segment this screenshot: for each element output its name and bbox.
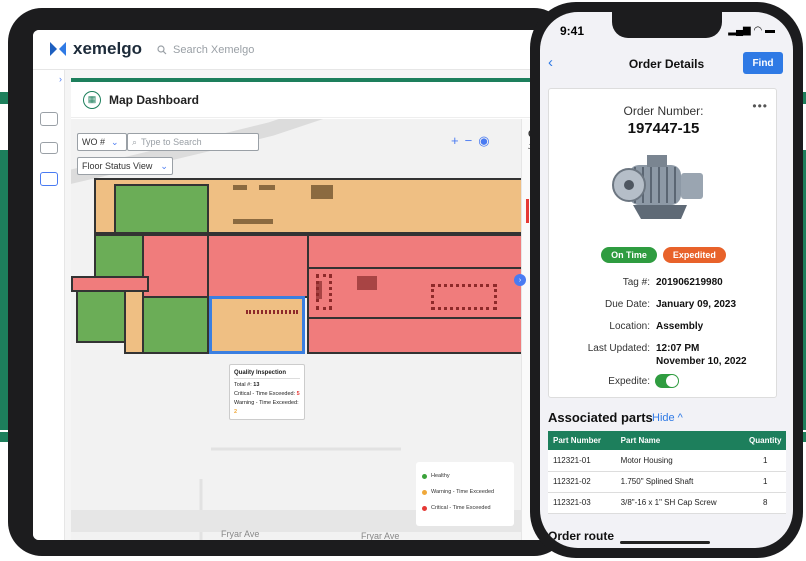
cell-part-name: 1.750" Splined Shaft <box>615 471 745 493</box>
status-badges: On Time Expedited <box>549 247 778 263</box>
associated-parts-heading: Associated parts <box>548 410 653 425</box>
sidebar <box>33 70 65 540</box>
nav-bar: ‹ Order Details Find <box>540 48 793 78</box>
table-row[interactable]: 112321-01 Motor Housing 1 <box>548 450 786 472</box>
tooltip-total: Total #: 13 <box>234 382 260 388</box>
cell-part-number: 112321-02 <box>548 471 616 493</box>
zone-tooltip: Quality Inspection Total #: 13 Critical … <box>229 364 305 420</box>
legend-item-warning: Warning - Time Exceeded <box>422 484 508 500</box>
zone-quality-inspection[interactable] <box>209 296 305 354</box>
chevron-down-icon: ⌄ <box>111 136 119 147</box>
status-badge-on-time: On Time <box>601 247 657 263</box>
status-badge-expedited: Expedited <box>662 247 726 263</box>
zoom-controls: + − ◉ <box>451 133 490 149</box>
equipment-block <box>259 185 275 190</box>
home-indicator <box>620 541 710 544</box>
zone-healthy-1[interactable] <box>114 184 209 234</box>
page-title: Map Dashboard <box>109 92 200 107</box>
legend-item-healthy: Healthy <box>422 468 508 484</box>
table-row[interactable]: 112321-03 3/8"-16 x 1" SH Cap Screw 8 <box>548 492 786 514</box>
cell-part-number: 112321-01 <box>548 450 616 472</box>
zoom-out-button[interactable]: − <box>465 133 473 149</box>
cell-quantity: 8 <box>744 492 786 514</box>
brand-name: xemelgo <box>73 39 142 58</box>
map-dashboard-icon: ▦ <box>83 90 101 109</box>
zone-warning-small[interactable] <box>124 290 144 354</box>
map-legend: Healthy Warning - Time Exceeded Critical… <box>416 462 514 526</box>
sidebar-truck-icon[interactable] <box>40 142 58 154</box>
tablet-frame: xemelgo Search Xemelgo › ▦ Map Dashboard <box>8 8 568 556</box>
equipment-block <box>233 185 247 190</box>
map-dashboard-panel: ▦ Map Dashboard WO # ⌄ ⌕ Type to Search … <box>71 78 553 540</box>
hide-parts-link[interactable]: Hide ^ <box>652 412 683 424</box>
status-marker <box>526 199 529 223</box>
zone-healthy-4[interactable] <box>142 296 209 354</box>
column-header-part-name[interactable]: Part Name <box>615 431 745 450</box>
column-header-part-number[interactable]: Part Number <box>548 431 616 450</box>
chevron-down-icon: ⌄ <box>160 160 168 171</box>
cell-quantity: 1 <box>744 471 786 493</box>
search-icon <box>157 45 167 55</box>
sidebar-monitor-icon[interactable] <box>40 112 58 126</box>
order-number-label: Order Number: <box>623 104 704 118</box>
equipment-block <box>311 185 333 199</box>
phone-screen: 9:41 ▂▄▆ ◠ ▬ ‹ Order Details Find ••• Or… <box>540 12 793 548</box>
search-placeholder: Search Xemelgo <box>173 44 255 56</box>
global-search[interactable]: Search Xemelgo <box>151 39 411 61</box>
order-route-heading: Order route <box>548 529 615 543</box>
tooltip-critical: Critical - Time Exceeded: 5 <box>234 391 300 397</box>
map-search-input[interactable]: ⌕ Type to Search <box>127 133 259 151</box>
cell-part-name: Motor Housing <box>615 450 745 472</box>
filter-type-select[interactable]: WO # ⌄ <box>77 133 127 151</box>
zoom-in-button[interactable]: + <box>451 133 459 149</box>
logo-mark-icon <box>50 42 66 56</box>
view-select[interactable]: Floor Status View ⌄ <box>77 157 173 175</box>
marketing-scene: xemelgo Search Xemelgo › ▦ Map Dashboard <box>0 0 806 561</box>
status-time: 9:41 <box>560 24 585 38</box>
workstation-outline <box>316 274 332 310</box>
view-select-value: Floor Status View <box>82 161 153 171</box>
legend-item-critical: Critical - Time Exceeded <box>422 500 508 516</box>
order-card: ••• Order Number: 197447-15 On Time Expe… <box>548 88 777 398</box>
motor-image <box>612 155 703 219</box>
status-bar: 9:41 ▂▄▆ ◠ ▬ <box>540 12 793 48</box>
workstation-outline <box>246 310 298 314</box>
tooltip-title: Quality Inspection <box>234 369 300 379</box>
parts-table: Part Number Part Name Quantity 112321-01… <box>548 431 786 514</box>
top-bar: xemelgo Search Xemelgo <box>33 30 553 70</box>
search-icon: ⌕ <box>132 136 138 147</box>
map-search-placeholder: Type to Search <box>141 137 202 147</box>
find-button[interactable]: Find <box>743 52 783 74</box>
zone-healthy-3[interactable] <box>76 290 126 343</box>
sidebar-calendar-icon[interactable] <box>40 172 58 186</box>
zone-critical-mid[interactable] <box>207 234 309 298</box>
locate-icon[interactable]: ◉ <box>478 133 489 149</box>
floor-map[interactable]: WO # ⌄ ⌕ Type to Search Floor Status Vie… <box>71 119 521 540</box>
filter-type-value: WO # <box>82 137 106 147</box>
tablet-screen: xemelgo Search Xemelgo › ▦ Map Dashboard <box>33 30 553 540</box>
table-row[interactable]: 112321-02 1.750" Splined Shaft 1 <box>548 471 786 493</box>
workstation-outline <box>431 284 497 310</box>
equipment-block <box>233 219 273 224</box>
table-header-row: Part Number Part Name Quantity <box>548 431 786 450</box>
equipment-block <box>357 276 377 290</box>
order-number-value: 197447-15 <box>627 120 700 137</box>
cell-part-name: 3/8"-16 x 1" SH Cap Screw <box>615 492 745 514</box>
column-header-quantity[interactable]: Quantity <box>744 431 786 450</box>
xemelgo-logo[interactable]: xemelgo <box>49 39 142 59</box>
panel-toggle-button[interactable]: › <box>514 274 526 286</box>
panel-header: ▦ Map Dashboard <box>71 82 553 118</box>
signal-wifi-battery-icon: ▂▄▆ ◠ ▬ <box>728 25 775 36</box>
sidebar-expand-icon[interactable]: › <box>59 74 62 84</box>
cell-part-number: 112321-03 <box>548 492 616 514</box>
cell-quantity: 1 <box>744 450 786 472</box>
tooltip-warning: Warning - Time Exceeded: 2 <box>234 400 299 415</box>
street-label: Fryar Ave <box>361 531 400 540</box>
expedite-toggle[interactable] <box>655 374 679 388</box>
phone-frame: 9:41 ▂▄▆ ◠ ▬ ‹ Order Details Find ••• Or… <box>530 2 803 558</box>
street-label: Fryar Ave <box>221 529 260 539</box>
phone-notch <box>612 12 722 38</box>
